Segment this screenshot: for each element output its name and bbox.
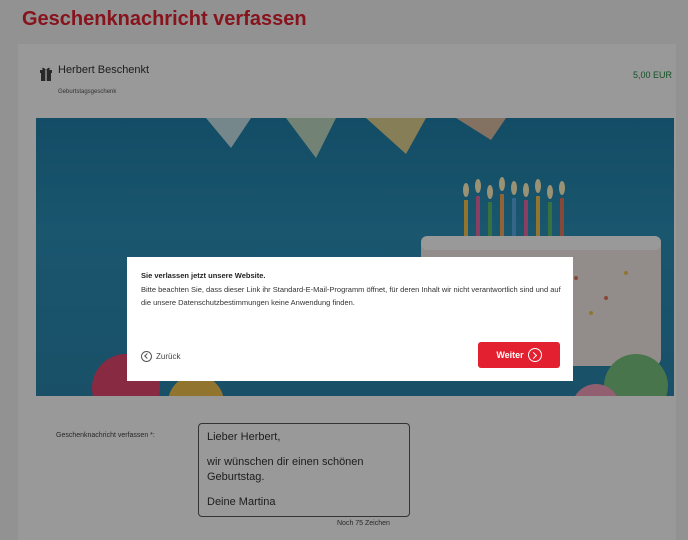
next-button-label: Weiter (496, 350, 524, 360)
dialog-text: Bitte beachten Sie, dass dieser Link ihr… (141, 285, 561, 307)
next-button[interactable]: Weiter (478, 342, 560, 368)
back-button[interactable]: Zurück (141, 350, 180, 362)
chevron-right-circle-icon (527, 348, 542, 362)
leave-site-dialog: Sie verlassen jetzt unsere Website. Bitt… (127, 257, 573, 381)
dialog-title: Sie verlassen jetzt unsere Website. (141, 271, 266, 280)
chevron-left-circle-icon (141, 350, 152, 362)
back-button-label: Zurück (156, 351, 181, 361)
